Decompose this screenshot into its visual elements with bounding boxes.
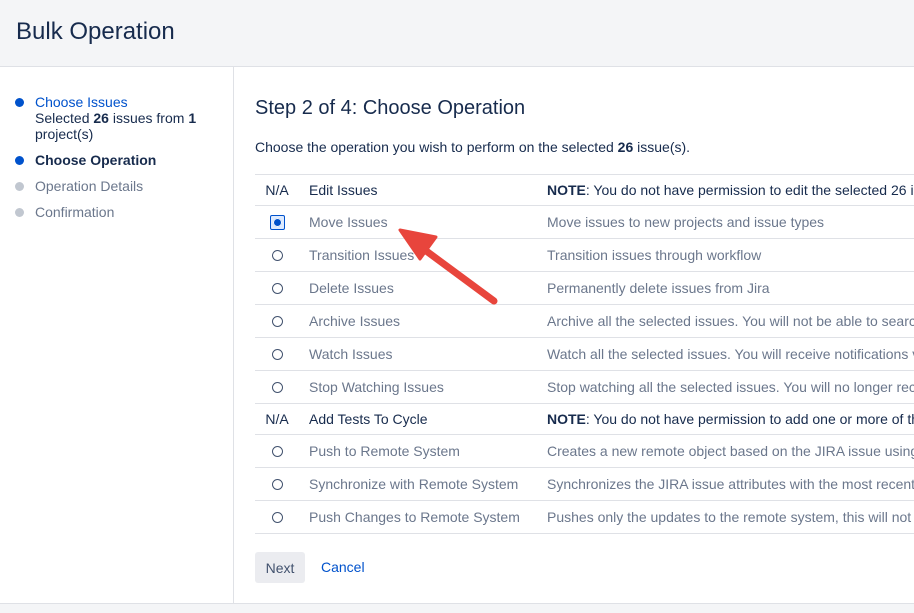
operation-row-push-to-remote[interactable]: Push to Remote System Creates a new remo… (255, 435, 914, 468)
operation-row-archive-issues[interactable]: Archive Issues Archive all the selected … (255, 305, 914, 338)
operation-description: Permanently delete issues from Jira (547, 280, 770, 296)
na-label: N/A (265, 182, 289, 198)
step-done-dot-icon (15, 98, 24, 107)
operation-name[interactable]: Move Issues (309, 206, 388, 238)
operation-row-watch-issues[interactable]: Watch Issues Watch all the selected issu… (255, 338, 914, 371)
operation-note: NOTE: You do not have permission to edit… (547, 182, 914, 198)
next-button[interactable]: Next (255, 552, 305, 583)
operation-row-delete-issues[interactable]: Delete Issues Permanently delete issues … (255, 272, 914, 305)
operation-row-push-changes-remote[interactable]: Push Changes to Remote System Pushes onl… (255, 501, 914, 534)
page-title: Bulk Operation (16, 18, 175, 45)
operation-name[interactable]: Stop Watching Issues (309, 371, 444, 403)
step-label: Operation Details (35, 178, 144, 194)
operation-row-synchronize-remote[interactable]: Synchronize with Remote System Synchroni… (255, 468, 914, 501)
operation-description: Creates a new remote object based on the… (547, 443, 914, 459)
operation-description: Stop watching all the selected issues. Y… (547, 379, 914, 395)
push-changes-remote-radio[interactable] (271, 511, 283, 523)
move-issues-radio[interactable] (269, 214, 285, 230)
page-footer (0, 603, 914, 613)
na-label: N/A (265, 411, 289, 427)
cancel-link[interactable]: Cancel (321, 559, 365, 575)
operation-name[interactable]: Synchronize with Remote System (309, 468, 518, 500)
stop-watching-issues-radio[interactable] (271, 381, 283, 393)
page-header: Bulk Operation (0, 0, 914, 67)
step-label: Confirmation (35, 204, 115, 220)
wizard-steps-sidebar: Choose Issues Selected 26 issues from 1 … (0, 67, 234, 603)
operation-row-add-tests-to-cycle: N/A Add Tests To Cycle NOTE: You do not … (255, 404, 914, 435)
step-confirmation: Confirmation (15, 204, 115, 220)
operation-row-edit-issues: N/A Edit Issues NOTE: You do not have pe… (255, 175, 914, 206)
red-arrow-annotation-icon (398, 228, 498, 305)
watch-issues-radio[interactable] (271, 348, 283, 360)
step-operation-details: Operation Details (15, 178, 144, 194)
operation-description: Synchronizes the JIRA issue attributes w… (547, 476, 914, 492)
intro-text: Choose the operation you wish to perform… (255, 139, 691, 155)
operation-description: Move issues to new projects and issue ty… (547, 214, 825, 230)
step-pending-dot-icon (15, 182, 24, 191)
step-choose-operation: Choose Operation (15, 152, 157, 168)
operation-description: Archive all the selected issues. You wil… (547, 313, 914, 329)
transition-issues-radio[interactable] (271, 249, 283, 261)
operation-name[interactable]: Push to Remote System (309, 435, 460, 467)
operation-note: NOTE: You do not have permission to add … (547, 411, 914, 427)
operation-name[interactable]: Delete Issues (309, 272, 394, 304)
delete-issues-radio[interactable] (271, 282, 283, 294)
operation-row-stop-watching-issues[interactable]: Stop Watching Issues Stop watching all t… (255, 371, 914, 404)
operation-description: Pushes only the updates to the remote sy… (547, 509, 912, 525)
operation-row-move-issues[interactable]: Move Issues Move issues to new projects … (255, 206, 914, 239)
synchronize-remote-radio[interactable] (271, 478, 283, 490)
operation-name: Add Tests To Cycle (309, 411, 428, 427)
operation-row-transition-issues[interactable]: Transition Issues Transition issues thro… (255, 239, 914, 272)
archive-issues-radio[interactable] (271, 315, 283, 327)
operation-name[interactable]: Archive Issues (309, 305, 400, 337)
step-title: Step 2 of 4: Choose Operation (255, 97, 526, 119)
step-current-dot-icon (15, 156, 24, 165)
operations-table: N/A Edit Issues NOTE: You do not have pe… (255, 174, 914, 534)
operation-name: Edit Issues (309, 182, 378, 198)
push-to-remote-radio[interactable] (271, 445, 283, 457)
main-content: Step 2 of 4: Choose Operation Choose the… (255, 67, 914, 603)
operation-description: Watch all the selected issues. You will … (547, 346, 914, 362)
operation-description: Transition issues through workflow (547, 247, 762, 263)
step-label: Choose Operation (35, 152, 157, 168)
step-label[interactable]: Choose Issues (35, 94, 215, 110)
operation-name[interactable]: Watch Issues (309, 338, 393, 370)
step-summary: Selected 26 issues from 1 project(s) (35, 110, 197, 142)
step-pending-dot-icon (15, 208, 24, 217)
operation-name[interactable]: Push Changes to Remote System (309, 501, 520, 533)
step-choose-issues[interactable]: Choose Issues Selected 26 issues from 1 … (15, 94, 215, 142)
